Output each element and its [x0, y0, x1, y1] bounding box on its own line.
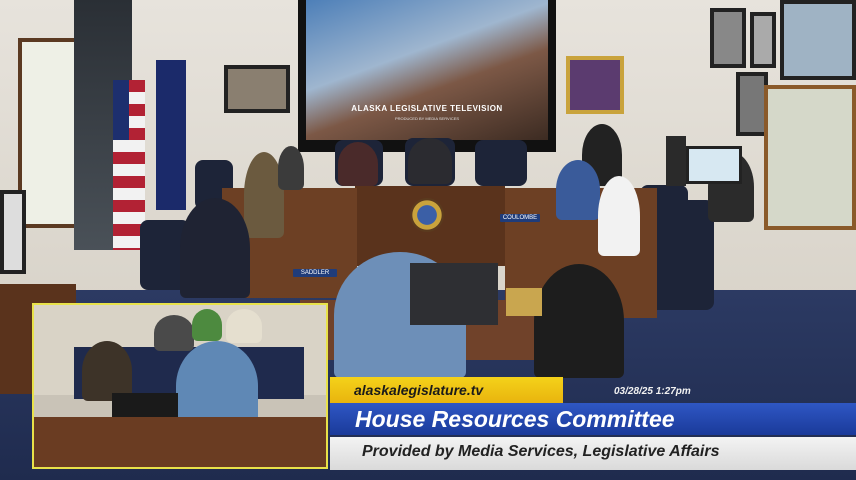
wall-picture-right-3 — [780, 0, 856, 80]
wall-tv-screen: ALASKA LEGISLATIVE TELEVISION PRODUCED B… — [298, 0, 556, 152]
pip-video-inset — [32, 303, 328, 469]
speaker-box — [506, 288, 542, 316]
person — [278, 146, 304, 190]
wall-map-right — [764, 85, 856, 230]
datetime-text: 03/28/25 1:27pm — [614, 386, 691, 397]
chair — [650, 200, 714, 310]
person — [408, 138, 452, 184]
pip-person — [226, 309, 262, 343]
alaska-seal — [410, 198, 444, 232]
pip-person — [82, 341, 132, 401]
us-flag-canton — [113, 80, 129, 140]
person — [556, 160, 600, 220]
video-frame: ALASKA LEGISLATIVE TELEVISION PRODUCED B… — [0, 0, 856, 480]
tv-caption: ALASKA LEGISLATIVE TELEVISION — [351, 104, 503, 113]
nameplate-saddler: SADDLER — [293, 269, 337, 277]
person — [598, 176, 640, 256]
wall-picture-center-left — [224, 65, 290, 113]
pip-desk — [34, 417, 326, 467]
monitor — [686, 146, 742, 184]
committee-title: House Resources Committee — [355, 406, 675, 432]
alaska-flag — [156, 60, 186, 210]
wall-picture-left-small — [0, 190, 26, 274]
url-text: alaskalegislature.tv — [354, 382, 484, 398]
person — [180, 198, 250, 298]
wall-picture-right-1 — [710, 8, 746, 68]
monitor — [666, 136, 686, 186]
tv-subcaption: PRODUCED BY MEDIA SERVICES — [394, 116, 460, 121]
person — [338, 142, 378, 186]
chair — [475, 140, 527, 186]
nameplate-coulombe: COULOMBE — [500, 214, 540, 222]
provider-text: Provided by Media Services, Legislative … — [362, 443, 720, 460]
wall-picture-gold — [566, 56, 624, 114]
laptop — [410, 263, 498, 325]
person — [534, 264, 624, 378]
pip-person — [154, 315, 194, 351]
pip-person — [192, 309, 222, 341]
wall-picture-right-2 — [750, 12, 776, 68]
